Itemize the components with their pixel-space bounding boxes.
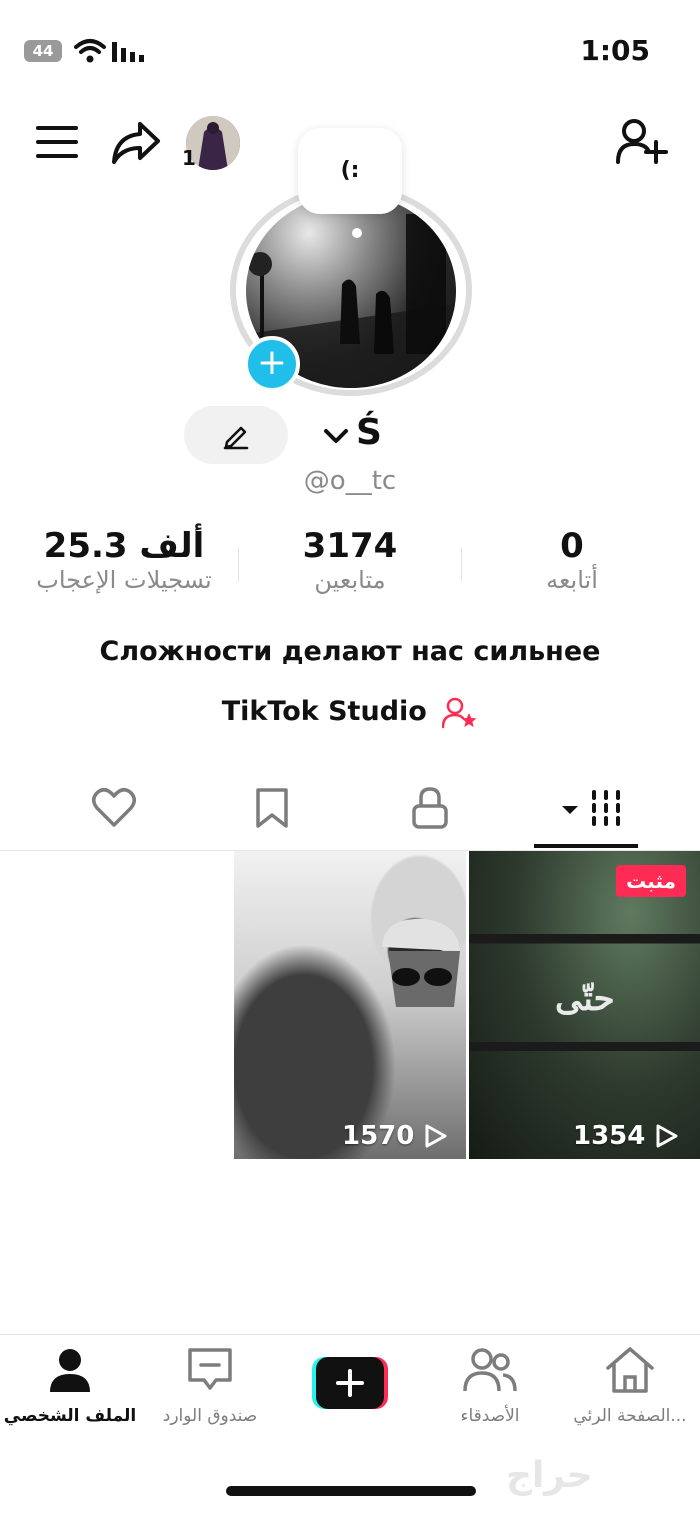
nav-label: الملف الشخصي <box>3 1406 137 1426</box>
stat-label: أتابعه <box>546 566 598 594</box>
stat-value: 3174 <box>302 526 398 566</box>
add-photo-button[interactable]: + <box>244 336 300 392</box>
nav-label: الصفحة الرئي... <box>573 1406 687 1426</box>
active-tab-indicator <box>534 844 638 848</box>
share-icon[interactable] <box>110 120 162 166</box>
studio-label: TikTok Studio <box>221 696 427 727</box>
friends-icon <box>463 1348 517 1392</box>
stat-divider <box>461 548 462 582</box>
view-count-value: 1354 <box>573 1121 646 1151</box>
pencil-icon <box>223 426 249 450</box>
pinned-badge: مثبت <box>616 865 686 897</box>
view-count: 1354 <box>573 1121 679 1151</box>
home-indicator[interactable] <box>226 1486 476 1496</box>
bottom-nav-divider <box>0 1334 700 1335</box>
add-friend-icon[interactable] <box>616 118 668 166</box>
nav-home[interactable]: الصفحة الرئي... <box>560 1346 700 1426</box>
play-icon <box>425 1124 447 1148</box>
nav-label: الأصدقاء <box>460 1406 520 1426</box>
stat-divider <box>238 548 239 582</box>
video-thumbnail[interactable]: 1570 <box>234 851 466 1159</box>
note-bubble[interactable]: (: <box>298 128 402 214</box>
video-thumbnail[interactable]: مثبت حتّى 1354 <box>469 851 700 1159</box>
battery-icon: 44 <box>24 40 62 62</box>
nav-inbox[interactable]: صندوق الوارد <box>140 1346 280 1426</box>
stat-label: تسجيلات الإعجاب <box>36 566 212 594</box>
stat-followers[interactable]: 3174 متابعين <box>240 526 460 594</box>
bookmark-icon <box>256 788 288 828</box>
view-count: 1570 <box>342 1121 448 1151</box>
tab-liked[interactable] <box>64 778 164 838</box>
tab-favorites[interactable] <box>222 778 322 838</box>
create-button[interactable] <box>312 1357 388 1409</box>
stat-likes[interactable]: 25.3 ألف تسجيلات الإعجاب <box>10 526 238 594</box>
creator-star-icon <box>441 697 477 728</box>
view-count-value: 1570 <box>342 1121 415 1151</box>
stat-value: 25.3 ألف <box>43 526 205 566</box>
nav-friends[interactable]: الأصدقاء <box>420 1346 560 1426</box>
play-icon <box>656 1124 678 1148</box>
heart-icon <box>92 788 136 827</box>
note-bubble-tail <box>352 228 362 238</box>
stat-label: متابعين <box>314 566 386 594</box>
nav-profile[interactable]: الملف الشخصي <box>0 1346 140 1426</box>
profile-handle: @o__tc <box>303 466 397 496</box>
home-icon <box>606 1347 654 1393</box>
wifi-icon <box>74 39 106 63</box>
stat-following[interactable]: 0 أتابعه <box>462 526 682 594</box>
grid-icon <box>562 790 620 826</box>
lock-icon <box>412 787 448 829</box>
video-overlay-text: حتّى <box>555 979 615 1019</box>
edit-profile-button[interactable] <box>184 406 288 464</box>
stat-value: 0 <box>560 526 584 566</box>
tab-private[interactable] <box>380 778 480 838</box>
signal-icon <box>112 42 144 62</box>
menu-icon[interactable] <box>36 124 78 160</box>
inbox-icon <box>188 1348 232 1390</box>
chevron-down-icon[interactable] <box>322 422 350 450</box>
nav-label: صندوق الوارد <box>162 1406 258 1426</box>
status-time: 1:05 <box>580 34 650 67</box>
watermark: حراج <box>506 1455 593 1496</box>
story-count: 1 <box>182 146 196 170</box>
profile-icon <box>50 1349 90 1392</box>
man-with-cap-image <box>382 918 460 1007</box>
profile-bio: Сложности делают нас сильнее <box>99 636 601 667</box>
tab-videos[interactable] <box>536 778 636 838</box>
tiktok-studio-link[interactable]: TikTok Studio <box>0 696 700 729</box>
profile-name[interactable]: Ś <box>356 412 382 453</box>
